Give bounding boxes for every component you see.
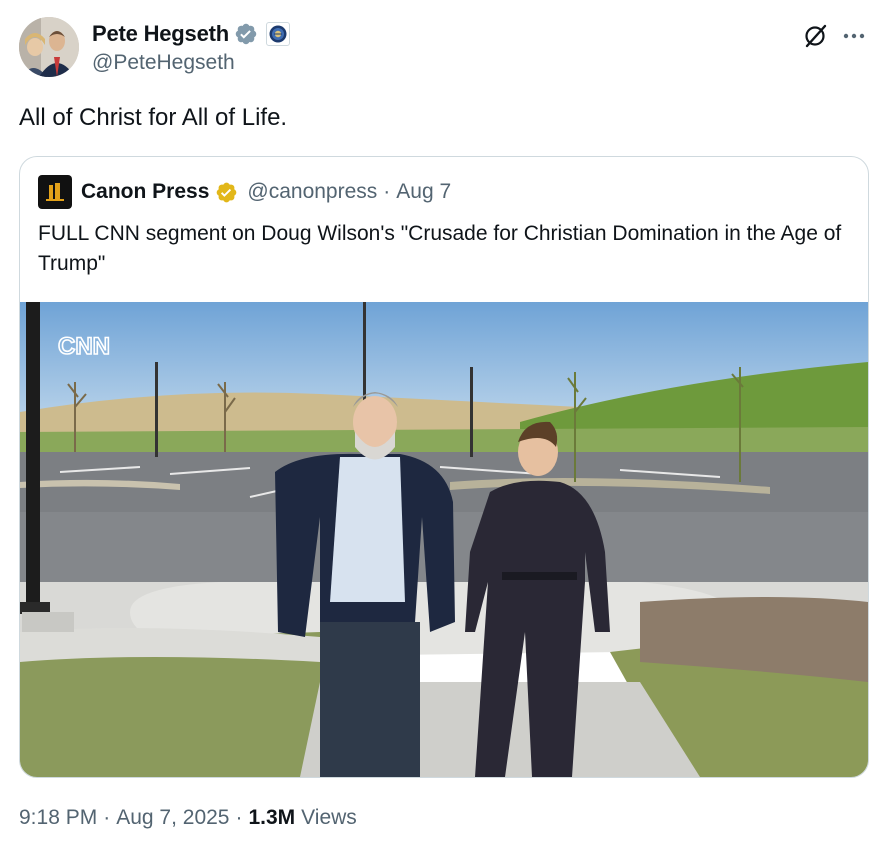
quoted-tweet-text: FULL CNN segment on Doug Wilson's "Crusa… (38, 222, 842, 275)
quoted-date[interactable]: Aug 7 (396, 180, 451, 204)
quoted-handle[interactable]: @canonpress (247, 180, 377, 204)
views-count[interactable]: 1.3M (248, 806, 295, 830)
avatar[interactable] (19, 17, 79, 77)
canon-press-logo-icon[interactable] (38, 175, 72, 209)
grok-icon[interactable] (803, 23, 829, 49)
author-handle[interactable]: @PeteHegseth (92, 51, 290, 75)
author-display-name[interactable]: Pete Hegseth (92, 21, 229, 47)
post-date[interactable]: Aug 7, 2025 (116, 806, 229, 830)
quoted-tweet-card[interactable]: Canon Press @canonpress · Aug 7 FULL CNN… (19, 156, 869, 778)
name-row: Pete Hegseth (92, 19, 290, 49)
tweet-footer: 9:18 PM · Aug 7, 2025 · 1.3M Views (19, 806, 357, 830)
author-names: Pete Hegseth @PeteHegseth (92, 19, 290, 75)
views-label: Views (301, 806, 357, 829)
tweet-text: All of Christ for All of Life. (19, 104, 288, 131)
tweet-header: Pete Hegseth @PeteHegseth (19, 17, 869, 79)
quoted-video-thumbnail[interactable]: CNN (20, 302, 868, 777)
quoted-tweet-header: Canon Press @canonpress · Aug 7 (38, 175, 451, 209)
more-options-icon[interactable] (841, 23, 867, 49)
dod-seal-icon[interactable] (265, 22, 290, 46)
quoted-display-name[interactable]: Canon Press (81, 180, 209, 204)
post-time[interactable]: 9:18 PM (19, 806, 97, 830)
quoted-separator: · (383, 180, 391, 203)
verified-gold-badge-icon[interactable] (215, 181, 238, 204)
verified-badge-icon[interactable] (234, 22, 258, 46)
footer-separator: · (103, 806, 111, 829)
footer-separator: · (235, 806, 243, 829)
cnn-watermark: CNN (58, 333, 110, 360)
